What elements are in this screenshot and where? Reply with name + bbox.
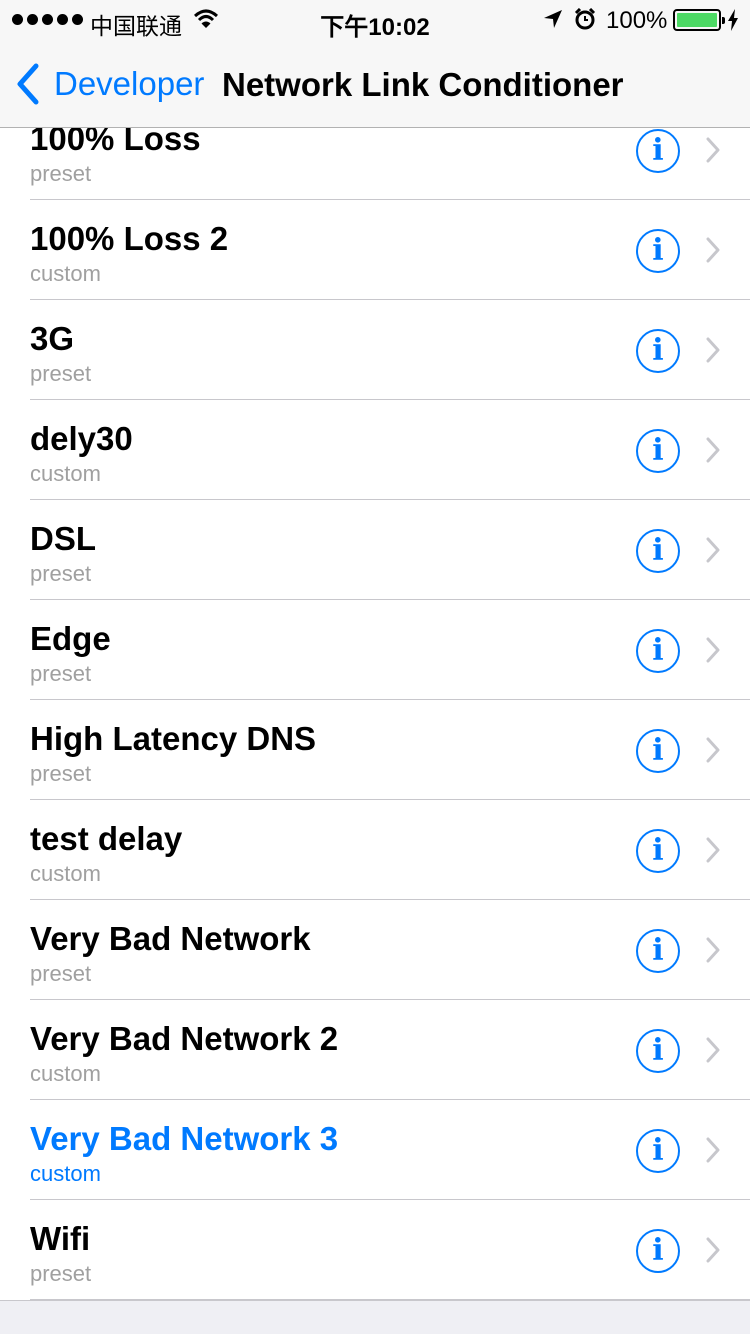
- info-icon[interactable]: i: [636, 1229, 680, 1273]
- chevron-right-icon: [706, 537, 720, 563]
- list-item[interactable]: DSL preset i: [0, 500, 750, 600]
- chevron-right-icon: [706, 1037, 720, 1063]
- profile-name: 100% Loss: [30, 128, 201, 157]
- profile-name: dely30: [30, 420, 133, 457]
- profile-name: Very Bad Network: [30, 920, 311, 957]
- info-icon[interactable]: i: [636, 1129, 680, 1173]
- battery-percent: 100%: [606, 7, 668, 34]
- profile-name: High Latency DNS: [30, 720, 317, 757]
- info-icon[interactable]: i: [636, 1029, 680, 1073]
- profile-name: Wifi: [30, 1220, 91, 1257]
- back-button[interactable]: Developer: [14, 62, 204, 106]
- navigation-bar: Developer Network Link Conditioner: [0, 40, 750, 128]
- chevron-right-icon: [706, 837, 720, 863]
- profile-type: preset: [30, 561, 92, 586]
- info-icon[interactable]: i: [636, 529, 680, 573]
- location-arrow-icon: [544, 10, 562, 28]
- profile-type: preset: [30, 161, 92, 186]
- list-item[interactable]: Wifi preset i: [0, 1200, 750, 1300]
- chevron-right-icon: [706, 637, 720, 663]
- profile-name: test delay: [30, 820, 183, 857]
- info-icon[interactable]: i: [636, 829, 680, 873]
- charging-bolt-icon: [728, 9, 738, 31]
- info-icon[interactable]: i: [636, 929, 680, 973]
- list-item[interactable]: 100% Loss preset i: [0, 128, 750, 200]
- profile-name: 3G: [30, 320, 75, 357]
- list-item[interactable]: test delay custom i: [0, 800, 750, 900]
- profile-type: preset: [30, 1261, 92, 1286]
- battery-icon: [673, 9, 725, 31]
- list-item[interactable]: 100% Loss 2 custom i: [0, 200, 750, 300]
- list-item[interactable]: dely30 custom i: [0, 400, 750, 500]
- profile-type: custom: [30, 461, 101, 486]
- chevron-right-icon: [706, 237, 720, 263]
- chevron-right-icon: [706, 1137, 720, 1163]
- info-icon[interactable]: i: [636, 229, 680, 273]
- profile-type: custom: [30, 261, 101, 286]
- profile-type: preset: [30, 961, 92, 986]
- chevron-left-icon: [17, 63, 39, 105]
- page-title: Network Link Conditioner: [222, 66, 624, 103]
- info-icon[interactable]: i: [636, 429, 680, 473]
- status-bar: 中国联通 下午10:02 100%: [0, 0, 750, 41]
- profile-name: Very Bad Network 2: [30, 1020, 339, 1057]
- chevron-right-icon: [706, 337, 720, 363]
- list-item[interactable]: High Latency DNS preset i: [0, 700, 750, 800]
- profile-type: preset: [30, 761, 92, 786]
- profile-type: custom: [30, 861, 101, 886]
- profile-type: custom: [30, 1061, 101, 1086]
- info-icon[interactable]: i: [636, 629, 680, 673]
- profile-type: preset: [30, 661, 92, 686]
- chevron-right-icon: [706, 1237, 720, 1263]
- back-button-label: Developer: [54, 65, 205, 102]
- profile-name: Very Bad Network 3: [30, 1120, 339, 1157]
- profile-list: 100% Loss preset i 100% Loss 2 custom i 3G pres…: [0, 128, 750, 1301]
- chevron-right-icon: [706, 937, 720, 963]
- info-icon[interactable]: i: [636, 729, 680, 773]
- list-item[interactable]: Very Bad Network 3 custom i: [0, 1100, 750, 1200]
- list-item[interactable]: Edge preset i: [0, 600, 750, 700]
- info-icon[interactable]: i: [636, 329, 680, 373]
- chevron-right-icon: [706, 737, 720, 763]
- list-item[interactable]: Very Bad Network preset i: [0, 900, 750, 1000]
- profile-name: DSL: [30, 520, 96, 557]
- profile-name: 100% Loss 2: [30, 220, 229, 257]
- alarm-clock-icon: [574, 8, 596, 30]
- chevron-right-icon: [706, 437, 720, 463]
- chevron-right-icon: [706, 137, 720, 163]
- top-bar: 中国联通 下午10:02 100% Developer Network Link…: [0, 0, 750, 128]
- list-item[interactable]: Very Bad Network 2 custom i: [0, 1000, 750, 1100]
- profile-type: preset: [30, 361, 92, 386]
- list-item[interactable]: 3G preset i: [0, 300, 750, 400]
- info-icon[interactable]: i: [636, 129, 680, 173]
- profile-name: Edge: [30, 620, 111, 657]
- profile-type: custom: [30, 1161, 101, 1186]
